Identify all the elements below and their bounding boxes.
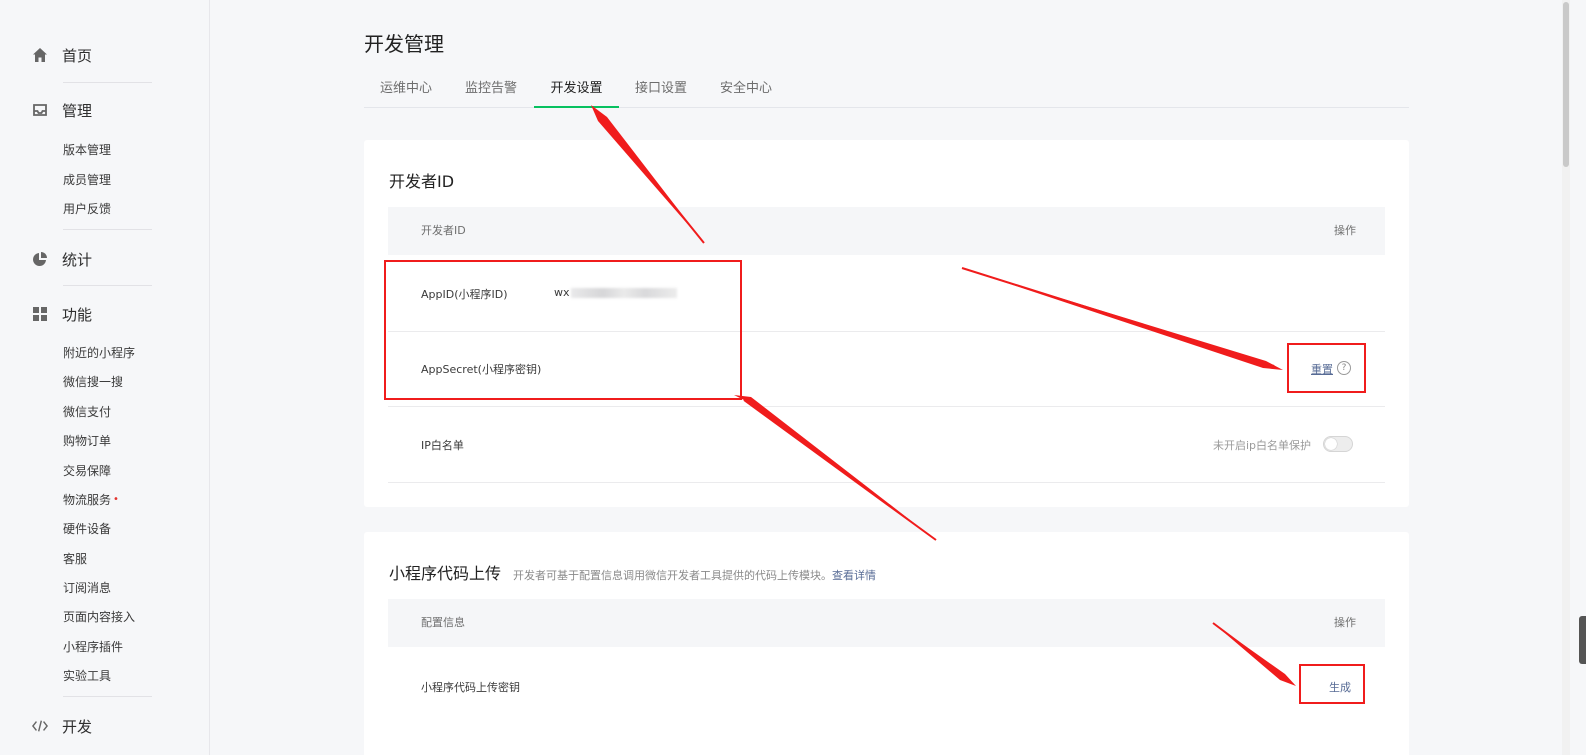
sidebar-item-logistics[interactable]: 物流服务 • [63, 491, 119, 509]
table-row-upload-key: 小程序代码上传密钥 生成 [388, 647, 1385, 723]
sidebar-item-search[interactable]: 微信搜一搜 [63, 373, 123, 391]
sidebar-item-trade-guarantee[interactable]: 交易保障 [63, 462, 111, 480]
sidebar-item-label: 统计 [62, 250, 93, 269]
sidebar-item-home[interactable]: 首页 [32, 43, 92, 67]
column-header-action: 操作 [1334, 224, 1356, 237]
toggle-knob [1325, 438, 1337, 450]
home-icon [32, 47, 48, 63]
annotation-box-generate [1299, 664, 1365, 704]
tab-dev-settings[interactable]: 开发设置 [534, 72, 619, 108]
sidebar-item-subscribe[interactable]: 订阅消息 [63, 579, 111, 597]
tab-monitor[interactable]: 监控告警 [448, 72, 534, 108]
annotation-box-reset [1287, 343, 1366, 393]
sidebar-item-service[interactable]: 客服 [63, 550, 87, 568]
code-upload-card: 小程序代码上传 开发者可基于配置信息调用微信开发者工具提供的代码上传模块。查看详情… [364, 532, 1409, 755]
code-icon [32, 718, 48, 734]
side-floating-tab[interactable] [1579, 616, 1586, 664]
tab-security[interactable]: 安全中心 [703, 72, 789, 108]
column-header-id: 开发者ID [421, 224, 466, 237]
sidebar-item-nearby[interactable]: 附近的小程序 [63, 344, 135, 362]
sidebar-item-label: 管理 [62, 101, 93, 120]
ip-whitelist-label: IP白名单 [421, 439, 464, 452]
sidebar-item-pay[interactable]: 微信支付 [63, 403, 111, 421]
card-title: 开发者ID [389, 172, 455, 191]
sidebar-item-version[interactable]: 版本管理 [63, 141, 111, 159]
tab-bar: 运维中心 监控告警 开发设置 接口设置 安全中心 [364, 72, 1409, 108]
table-row-ip-whitelist: IP白名单 未开启ip白名单保护 [388, 407, 1385, 483]
sidebar-item-develop[interactable]: 开发 [32, 714, 92, 738]
sidebar-item-label: 物流服务 [63, 493, 112, 507]
sidebar-item-hardware[interactable]: 硬件设备 [63, 520, 111, 538]
column-header-config: 配置信息 [421, 616, 465, 629]
annotation-box-credentials [384, 260, 742, 400]
sidebar-divider [63, 82, 152, 83]
sidebar-item-manage[interactable]: 管理 [32, 98, 92, 122]
card-description: 开发者可基于配置信息调用微信开发者工具提供的代码上传模块。查看详情 [513, 569, 876, 582]
sidebar-item-page-content[interactable]: 页面内容接入 [63, 608, 135, 626]
sidebar-divider [63, 696, 152, 697]
sidebar-item-stats[interactable]: 统计 [32, 247, 92, 271]
inbox-icon [32, 102, 48, 118]
sidebar-divider [63, 229, 152, 230]
sidebar-item-experiments[interactable]: 实验工具 [63, 667, 111, 685]
new-badge: • [113, 494, 119, 505]
sidebar-item-members[interactable]: 成员管理 [63, 171, 111, 189]
sidebar-item-features[interactable]: 功能 [32, 302, 92, 326]
grid-icon [32, 306, 48, 322]
scrollbar-thumb[interactable] [1563, 2, 1569, 167]
sidebar-divider [63, 285, 152, 286]
table-header: 配置信息 操作 [388, 599, 1385, 647]
table-header: 开发者ID 操作 [388, 207, 1385, 255]
pie-chart-icon [32, 251, 48, 267]
sidebar: 首页 管理 版本管理 成员管理 用户反馈 统计 功能 附近的小程序 微信搜一搜 … [0, 0, 210, 755]
sidebar-item-label: 开发 [62, 717, 93, 736]
ip-whitelist-toggle[interactable] [1323, 436, 1353, 452]
sidebar-item-plugins[interactable]: 小程序插件 [63, 638, 123, 656]
sidebar-item-feedback[interactable]: 用户反馈 [63, 200, 111, 218]
page-title: 开发管理 [364, 32, 444, 56]
card-title-row: 小程序代码上传 开发者可基于配置信息调用微信开发者工具提供的代码上传模块。查看详情 [389, 560, 876, 584]
sidebar-item-label: 功能 [62, 305, 93, 324]
upload-key-label: 小程序代码上传密钥 [421, 681, 520, 694]
view-details-link[interactable]: 查看详情 [832, 569, 876, 582]
tab-ops[interactable]: 运维中心 [364, 72, 448, 108]
sidebar-item-label: 首页 [62, 46, 93, 65]
card-title: 小程序代码上传 [389, 564, 502, 583]
ip-whitelist-status: 未开启ip白名单保护 [1213, 439, 1312, 452]
card-description-text: 开发者可基于配置信息调用微信开发者工具提供的代码上传模块。 [513, 569, 833, 582]
tab-api-settings[interactable]: 接口设置 [619, 72, 703, 108]
column-header-action: 操作 [1334, 616, 1356, 629]
sidebar-item-orders[interactable]: 购物订单 [63, 432, 111, 450]
